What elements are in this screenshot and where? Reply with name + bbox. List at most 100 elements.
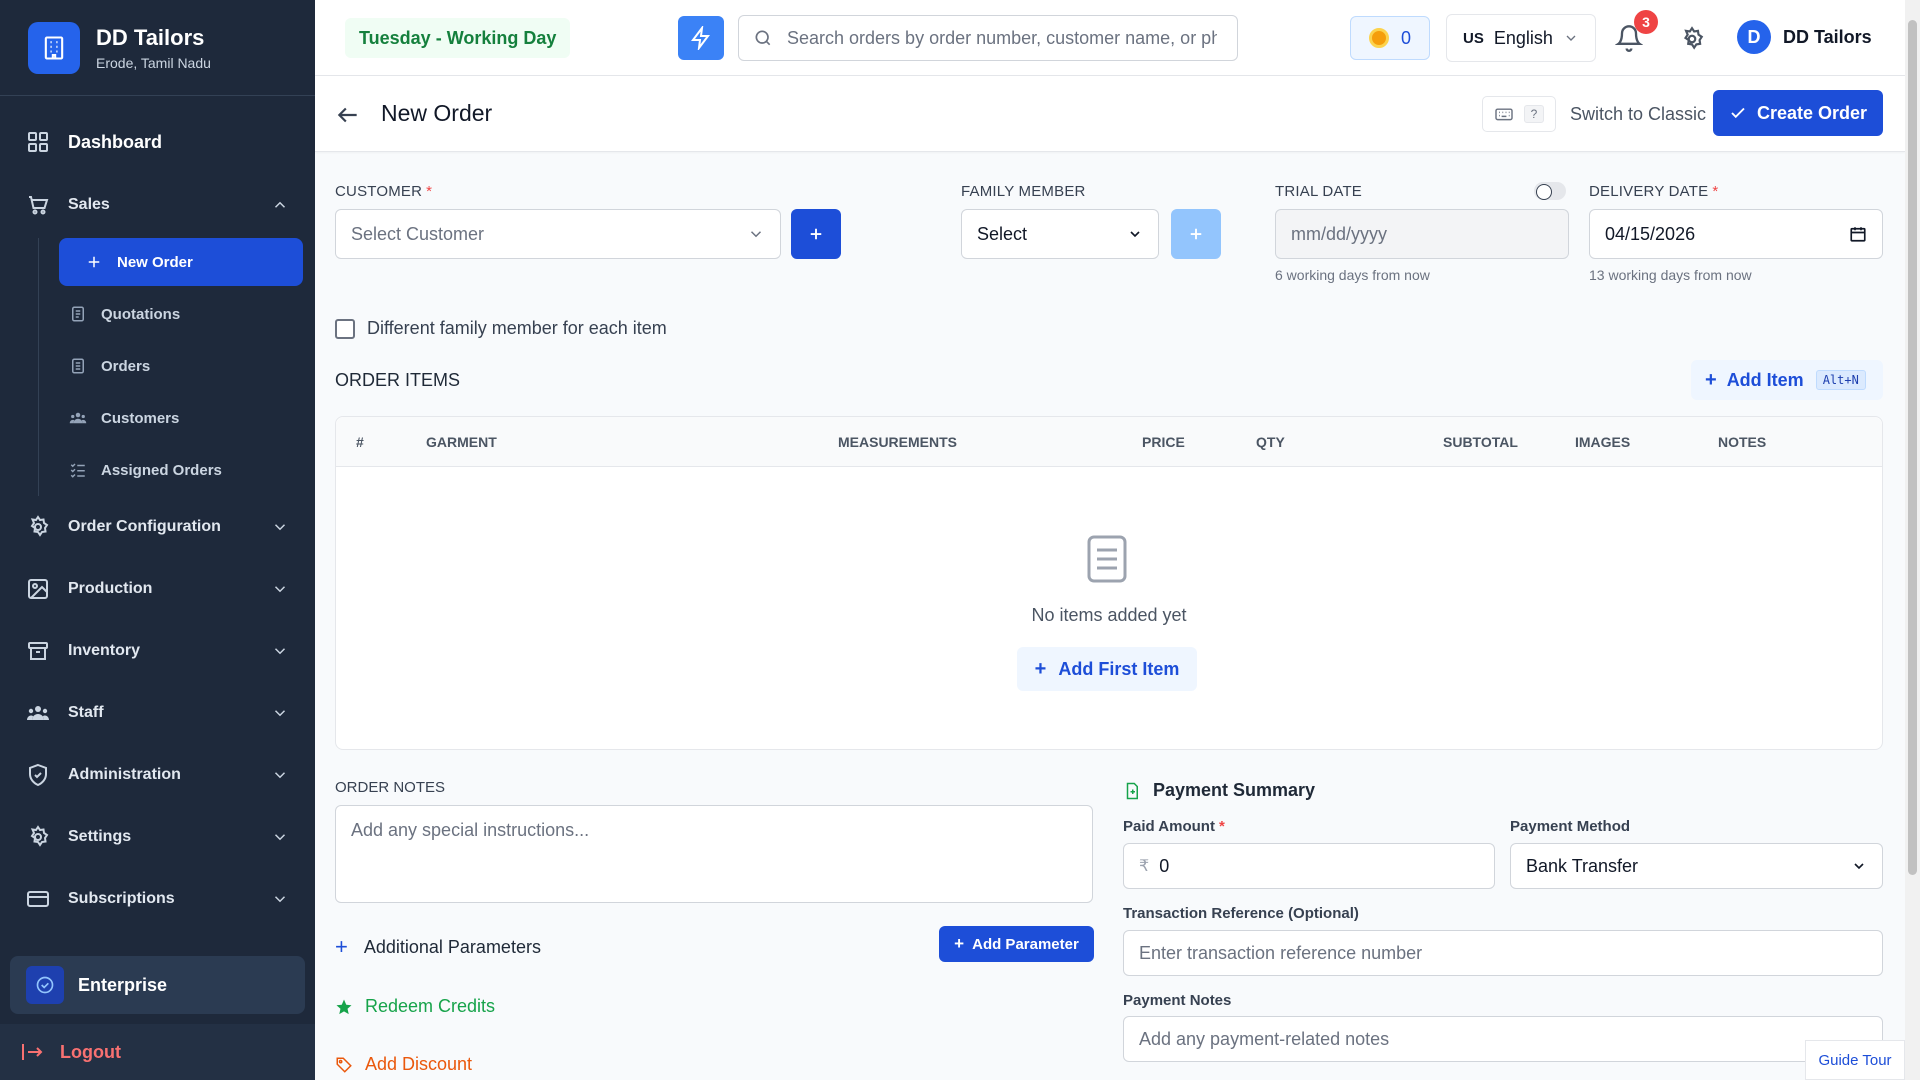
search-icon [755, 30, 771, 46]
switch-to-classic-link[interactable]: Switch to Classic [1570, 104, 1706, 125]
sidebar-item-assigned-orders[interactable]: Assigned Orders [59, 444, 315, 496]
paid-amount-input[interactable]: ₹ 0 [1123, 843, 1495, 889]
transaction-reference-label: Transaction Reference (Optional) [1123, 905, 1359, 922]
gear-icon[interactable] [1679, 26, 1705, 52]
sidebar-item-dashboard[interactable]: Dashboard [0, 110, 315, 174]
sidebar-item-sales[interactable]: Sales [0, 174, 315, 236]
sidebar-item-production[interactable]: Production [0, 558, 315, 620]
redeem-credits-link[interactable]: Redeem Credits [335, 996, 495, 1017]
chevron-down-icon [750, 231, 762, 238]
add-discount-link[interactable]: Add Discount [335, 1054, 472, 1075]
sidebar-item-inventory[interactable]: Inventory [0, 620, 315, 682]
keyboard-shortcuts-button[interactable]: ? [1482, 96, 1556, 132]
credit-card-icon [27, 891, 49, 907]
sidebar-item-subscriptions[interactable]: Subscriptions [0, 868, 315, 930]
back-arrow-icon[interactable] [335, 102, 361, 128]
empty-state-text: No items added yet [1031, 605, 1187, 625]
archive-icon [28, 642, 48, 660]
grid-icon [28, 132, 48, 152]
quick-action-button[interactable] [678, 16, 724, 60]
delivery-date-input[interactable]: 04/15/2026 [1589, 209, 1883, 259]
sidebar-item-new-order[interactable]: New Order [59, 238, 303, 286]
credits-button[interactable]: 0 [1350, 16, 1430, 60]
delivery-date-label-text: DELIVERY DATE [1589, 183, 1709, 200]
family-member-select[interactable]: Select [961, 209, 1159, 259]
sidebar-item-label: Orders [101, 357, 151, 375]
chevron-down-icon [274, 772, 286, 779]
notification-count-badge: 3 [1634, 10, 1658, 34]
create-order-button[interactable]: Create Order [1713, 90, 1883, 136]
sidebar-item-administration[interactable]: Administration [0, 744, 315, 806]
sales-subnav: New Order Quotations Orders Customers As… [38, 238, 315, 496]
day-status-badge: Tuesday - Working Day [345, 18, 571, 58]
image-icon [28, 579, 48, 599]
add-first-item-button[interactable]: + Add First Item [1017, 647, 1197, 691]
sidebar-item-orders[interactable]: Orders [59, 340, 315, 392]
brand-name: DD Tailors [96, 24, 205, 50]
sidebar-nav: Dashboard Sales New Order Quotations Ord… [0, 96, 315, 930]
column-header-notes: NOTES [1718, 434, 1767, 450]
user-menu[interactable]: D DD Tailors [1737, 20, 1872, 54]
plan-badge[interactable]: Enterprise [10, 956, 305, 1014]
trial-date-toggle[interactable] [1534, 182, 1566, 200]
shield-icon [29, 763, 47, 787]
avatar: D [1737, 20, 1771, 54]
sidebar-item-label: Administration [68, 766, 181, 783]
additional-parameters-toggle[interactable]: + Additional Parameters [335, 934, 541, 960]
order-notes-label: ORDER NOTES [335, 779, 446, 796]
add-family-member-button[interactable] [1171, 209, 1221, 259]
shortcut-key: ? [1523, 105, 1545, 123]
chevron-down-icon [1854, 863, 1864, 870]
gear-icon [30, 825, 49, 847]
order-notes-textarea[interactable]: Add any special instructions... [335, 805, 1093, 903]
transaction-reference-input[interactable]: Enter transaction reference number [1123, 930, 1883, 976]
check-icon [1731, 107, 1745, 119]
rupee-icon: ₹ [1139, 858, 1150, 875]
plus-icon: + [1705, 368, 1717, 391]
add-item-label: Add Item [1726, 369, 1804, 390]
delivery-date-value: 04/15/2026 [1605, 223, 1696, 244]
add-customer-button[interactable] [791, 209, 841, 259]
sidebar-item-label: Quotations [101, 305, 181, 323]
family-member-label: FAMILY MEMBER [961, 183, 1086, 200]
calendar-icon[interactable] [1849, 225, 1867, 243]
sidebar-item-quotations[interactable]: Quotations [59, 288, 315, 340]
column-header-number: # [356, 434, 364, 450]
payment-notes-input[interactable]: Add any payment-related notes [1123, 1016, 1883, 1062]
brand-header[interactable]: DD Tailors Erode, Tamil Nadu [0, 0, 315, 96]
sidebar-item-staff[interactable]: Staff [0, 682, 315, 744]
trial-date-input[interactable]: mm/dd/yyyy [1275, 209, 1569, 259]
column-header-qty: QTY [1256, 434, 1285, 450]
customer-select[interactable]: Select Customer [335, 209, 781, 259]
logout-icon [22, 1044, 43, 1060]
paid-amount-label: Paid Amount * [1123, 818, 1225, 835]
logout-button[interactable]: Logout [0, 1024, 315, 1080]
add-parameter-button[interactable]: + Add Parameter [939, 926, 1094, 962]
users-icon [27, 706, 49, 720]
sidebar-item-label: Assigned Orders [101, 461, 222, 479]
required-mark: * [1712, 183, 1719, 200]
add-first-item-label: Add First Item [1058, 658, 1180, 679]
different-member-option[interactable]: Different family member for each item [335, 318, 667, 339]
trial-date-hint: 6 working days from now [1275, 267, 1430, 283]
scrollbar[interactable] [1905, 0, 1920, 1080]
page-title: New Order [381, 100, 493, 126]
search-input[interactable] [787, 27, 1217, 49]
plus-icon [1190, 228, 1202, 240]
scrollbar-thumb[interactable] [1908, 20, 1917, 875]
guide-tour-button[interactable]: Guide Tour [1805, 1040, 1905, 1080]
sidebar-item-settings[interactable]: Settings [0, 806, 315, 868]
add-parameter-label: Add Parameter [972, 935, 1079, 953]
sidebar-item-customers[interactable]: Customers [59, 392, 315, 444]
payment-method-select[interactable]: Bank Transfer [1510, 843, 1883, 889]
order-items-title: ORDER ITEMS [335, 370, 461, 390]
sidebar-item-label: Subscriptions [68, 890, 175, 907]
language-select[interactable]: US English [1446, 14, 1596, 62]
sidebar-item-order-configuration[interactable]: Order Configuration [0, 496, 315, 558]
search-box[interactable] [738, 15, 1238, 61]
transaction-reference-placeholder: Enter transaction reference number [1139, 942, 1423, 963]
chevron-down-icon [1130, 231, 1140, 238]
add-item-button[interactable]: + Add Item Alt+N [1691, 360, 1883, 400]
different-member-checkbox[interactable] [335, 318, 355, 339]
column-header-price: PRICE [1142, 434, 1185, 450]
